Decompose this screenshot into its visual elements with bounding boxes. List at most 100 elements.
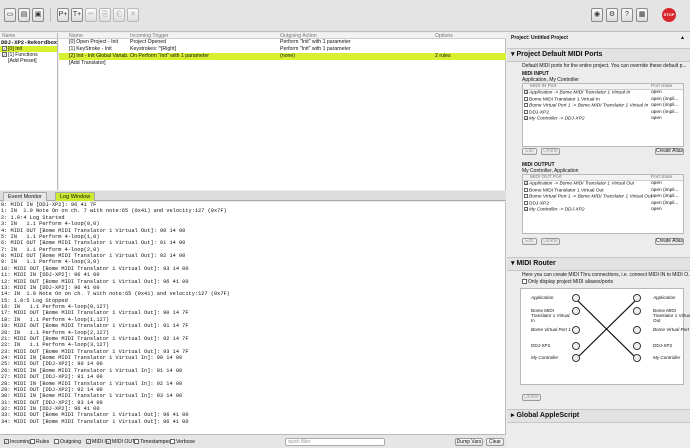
log-filter-checkbox[interactable]: Timestamped xyxy=(134,439,171,446)
save-project-button[interactable]: ▣ xyxy=(32,8,44,22)
port-checkbox[interactable] xyxy=(524,109,528,114)
port-checkbox[interactable]: ✓ xyxy=(524,181,528,186)
delete-output-button[interactable]: Delete xyxy=(541,238,560,245)
port-row[interactable]: ✓My Controller -> DDJ-XP2 open xyxy=(523,115,683,122)
add-preset-link[interactable]: [Add Preset] xyxy=(0,58,57,64)
port-checkbox[interactable] xyxy=(524,103,528,108)
create-alias-output-button[interactable]: Create Alias xyxy=(655,238,684,245)
new-project-button[interactable]: ▭ xyxy=(4,8,16,22)
checkbox-box: ✓ xyxy=(86,439,91,445)
midi-ports-icon[interactable]: ◉ xyxy=(591,8,603,22)
add-preset-button[interactable]: P+ xyxy=(57,8,69,22)
midi-ports-section-header[interactable]: ▾ Project Default MIDI Ports xyxy=(507,48,690,62)
translator-row-selected[interactable]: ✓ [2] Init - Init Global Variab... On Pe… xyxy=(59,53,506,60)
port-name: My Controller -> DDJ-XP2 xyxy=(529,207,585,213)
delete-icon[interactable]: ✕ xyxy=(127,8,139,22)
midi-router-section-header[interactable]: ▾ MIDI Router xyxy=(507,257,690,271)
cut-icon[interactable]: ✂ xyxy=(85,8,97,22)
router-right-port-label: Bome MIDI Translator 1 Virtual Out xyxy=(653,308,690,323)
stop-button[interactable]: STOP xyxy=(662,8,676,22)
edit-output-button[interactable]: Edit xyxy=(522,238,537,245)
open-project-button[interactable]: ▤ xyxy=(18,8,30,22)
section-title: Project Default MIDI Ports xyxy=(516,51,603,58)
log-line: 34: MIDI OUT [Bome MIDI Translator 1 Vir… xyxy=(1,418,189,425)
translator-row[interactable]: ✓ [0] Open Project - Init Project Opened… xyxy=(59,39,506,46)
router-right-port-label: Application xyxy=(653,295,676,300)
midi-input-rows: ✓Application -> Bome MIDI Translator 1 V… xyxy=(523,90,683,122)
midi-din-connector-icon[interactable] xyxy=(633,307,641,315)
port-name: DDJ-XP2 xyxy=(529,200,549,206)
midi-din-connector-icon[interactable] xyxy=(572,326,580,334)
checkbox-label: Verbose xyxy=(176,439,196,445)
translator-list: Name Incoming Trigger Outgoing Action Op… xyxy=(59,33,506,190)
midi-din-connector-icon[interactable] xyxy=(633,326,641,334)
port-row[interactable]: ✓My Controller -> DDJ-XP2 open xyxy=(523,206,683,213)
translator-action: (none) xyxy=(280,53,295,59)
port-col: MIDI IN Port xyxy=(530,84,557,89)
router-delete-button[interactable]: Delete xyxy=(522,394,541,401)
delete-input-button[interactable]: Delete xyxy=(541,148,560,155)
midi-din-connector-icon[interactable] xyxy=(572,294,580,302)
port-checkbox[interactable] xyxy=(524,200,528,205)
chevron-down-icon: ▾ xyxy=(511,51,515,58)
help-icon[interactable]: ? xyxy=(621,8,633,22)
add-translator-link[interactable]: [Add Translator] xyxy=(59,60,506,67)
window-icon[interactable]: ▦ xyxy=(636,8,648,22)
port-name: DDJ-XP2 xyxy=(529,109,549,115)
translator-row[interactable]: ✓ [1] KeyStroke - Init Keystrokes: ^[Rig… xyxy=(59,46,506,53)
port-name: My Controller -> DDJ-XP2 xyxy=(529,116,585,122)
translator-name: [0] Open Project - Init xyxy=(69,39,119,45)
add-translator-button[interactable]: T+ xyxy=(71,8,83,22)
port-col: MIDI OUT Port xyxy=(530,175,562,180)
clear-button[interactable]: Clear xyxy=(486,438,504,446)
log-window[interactable]: 0: MIDI IN [DDJ-XP2]: 96 41 7F 1: IN 1.0 … xyxy=(0,202,506,434)
applescript-section-header[interactable]: ▸ Global AppleScript xyxy=(507,409,690,423)
port-checkbox[interactable]: ✓ xyxy=(524,90,528,95)
port-checkbox[interactable] xyxy=(524,194,528,199)
tab-log-window[interactable]: Log Window xyxy=(55,192,96,201)
paste-icon[interactable]: ⎗ xyxy=(113,8,125,22)
midi-input-list: MIDI IN Port Port State ✓Application -> B… xyxy=(522,83,684,147)
checkbox-box: ✓ xyxy=(4,439,9,445)
only-aliases-checkbox[interactable]: Only display project MIDI aliases/ports xyxy=(522,279,613,285)
close-icon[interactable]: ▴ xyxy=(681,34,684,41)
log-filter-checkbox[interactable]: Verbose xyxy=(170,439,195,446)
translator-options: 2 rules xyxy=(435,53,451,59)
chevron-right-icon: ▸ xyxy=(511,412,515,419)
checkbox-label: MIDI OUT xyxy=(112,439,136,445)
log-filter-checkbox[interactable]: ✓ MIDI OUT xyxy=(106,439,135,446)
translator-action: Perform "Init" with 1 parameter xyxy=(280,46,351,52)
copy-icon[interactable]: ⎘ xyxy=(99,8,111,22)
router-right-port-label: DDJ-XP2 xyxy=(653,343,673,348)
midi-din-connector-icon[interactable] xyxy=(572,342,580,350)
port-checkbox[interactable]: ✓ xyxy=(524,115,528,120)
midi-din-connector-icon[interactable] xyxy=(633,354,641,362)
midi-din-connector-icon[interactable] xyxy=(633,294,641,302)
translator-trigger: Project Opened xyxy=(130,39,167,45)
edit-input-button[interactable]: Edit xyxy=(522,148,537,155)
log-options-bar: ✓ Incoming Rules Outgoing ✓ MIDI IN ✓ MIDI OUT T… xyxy=(0,434,506,448)
router-left-port-label: My Controller xyxy=(531,355,559,360)
create-alias-input-button[interactable]: Create Alias xyxy=(655,148,684,155)
log-filter-checkbox[interactable]: Rules xyxy=(30,439,49,446)
settings-icon[interactable]: ⚙ xyxy=(606,8,618,22)
checkbox-box: ✓ xyxy=(106,439,111,445)
checkbox-label: Incoming xyxy=(10,439,32,445)
checkbox-label: Outgoing xyxy=(60,439,82,445)
midi-router-canvas[interactable]: Application Bome MIDI Translator 1 Virtua… xyxy=(520,288,690,385)
log-filter-checkbox[interactable]: ✓ Incoming xyxy=(4,439,31,446)
log-filter-checkbox[interactable]: Outgoing xyxy=(54,439,81,446)
dump-vars-button[interactable]: Dump Vars xyxy=(455,438,483,446)
midi-din-connector-icon[interactable] xyxy=(572,354,580,362)
port-name: Bome MIDI Translator 1 Virtual In xyxy=(529,97,600,103)
port-checkbox[interactable] xyxy=(524,187,528,192)
chevron-down-icon: ▾ xyxy=(511,260,515,267)
quick-filter-input[interactable]: quick filter xyxy=(285,438,385,446)
midi-din-connector-icon[interactable] xyxy=(572,307,580,315)
port-checkbox[interactable] xyxy=(524,96,528,101)
midi-din-connector-icon[interactable] xyxy=(633,342,641,350)
only-aliases-label: Only display project MIDI aliases/ports xyxy=(528,279,614,285)
tab-event-monitor[interactable]: Event Monitor xyxy=(3,192,47,201)
port-checkbox[interactable]: ✓ xyxy=(524,206,528,211)
router-right-port-label: Bome Virtual Port 1 xyxy=(653,327,690,332)
